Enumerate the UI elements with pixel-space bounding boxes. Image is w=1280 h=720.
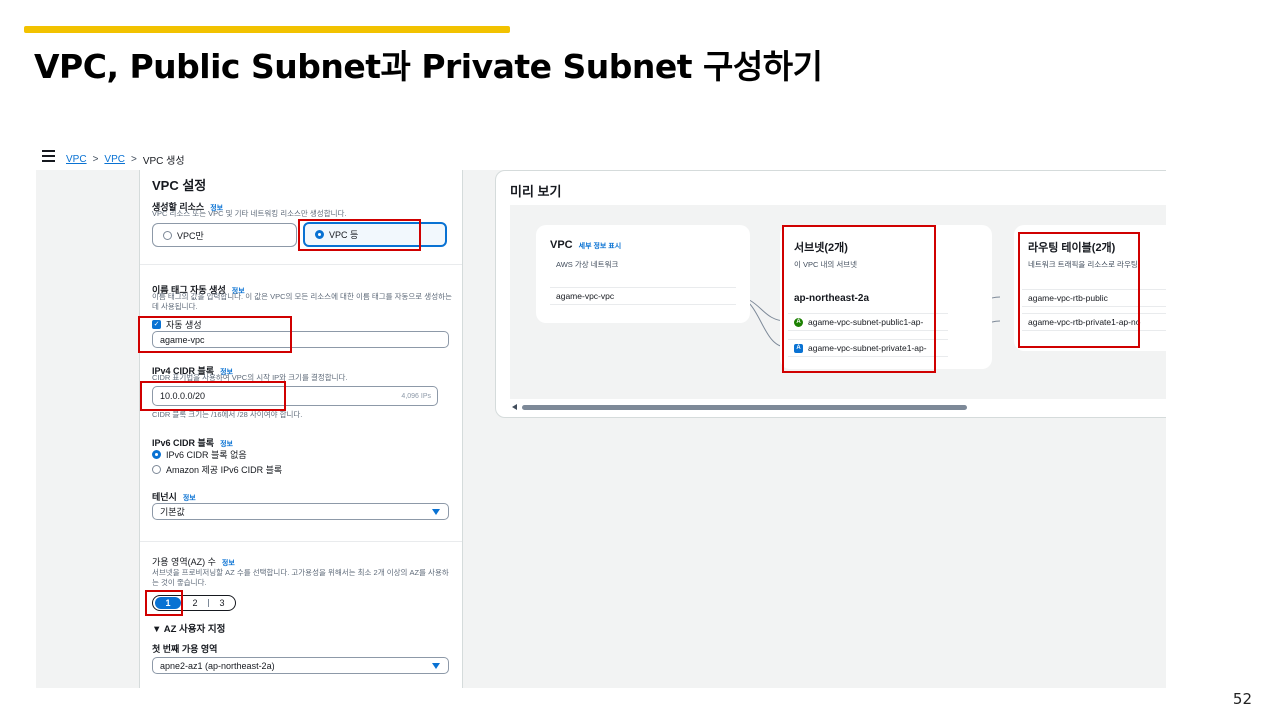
highlight-box-route-tables xyxy=(1018,232,1140,348)
az-info-link[interactable]: 정보 xyxy=(222,560,235,567)
ipv6-option-amazon-label: Amazon 제공 IPv6 CIDR 블록 xyxy=(166,465,283,475)
az-label-row: 가용 영역(AZ) 수 정보 xyxy=(152,555,235,568)
highlight-box-vpc-more xyxy=(298,219,421,251)
scroll-left-icon[interactable] xyxy=(512,404,517,410)
az-option-2[interactable]: 2 xyxy=(182,598,208,608)
radio-ipv6-none[interactable] xyxy=(152,450,161,459)
first-az-label: 첫 번째 가용 영역 xyxy=(152,644,218,654)
az-customize-toggle[interactable]: ▼ AZ 사용자 지정 xyxy=(152,621,225,635)
ipv4-hint: CIDR 블록 크기는 /16에서 /28 사이여야 합니다. xyxy=(152,410,303,419)
caret-down-icon xyxy=(432,663,440,669)
az-customize-label: AZ 사용자 지정 xyxy=(163,624,226,635)
radio-ipv6-amazon[interactable] xyxy=(152,465,161,474)
first-az-select[interactable]: apne2-az1 (ap-northeast-2a) xyxy=(152,657,449,674)
preview-vpc-detail-link[interactable]: 세부 정보 표시 xyxy=(579,243,622,250)
preview-vpc-subtitle: AWS 가상 네트워크 xyxy=(556,260,619,269)
name-tag-description: 이름 태그의 값을 입력합니다. 이 값은 VPC의 모든 리소스에 대한 이름… xyxy=(152,292,452,311)
chevron-right-icon: > xyxy=(130,154,137,165)
resources-description: VPC 리소스 또는 VPC 및 기타 네트워킹 리소스만 생성합니다. xyxy=(152,209,347,218)
preview-vpc-item-label: agame-vpc-vpc xyxy=(556,291,615,301)
tenancy-label: 테넌시 xyxy=(152,492,177,502)
tenancy-select[interactable]: 기본값 xyxy=(152,503,449,520)
tenancy-info-link[interactable]: 정보 xyxy=(183,495,196,502)
chevron-right-icon: > xyxy=(92,154,99,165)
ipv6-info-link[interactable]: 정보 xyxy=(220,441,233,448)
resource-option-vpc-only-label: VPC만 xyxy=(177,230,204,241)
tenancy-select-value: 기본값 xyxy=(160,507,185,517)
ipv4-ip-count: 4,096 IPs xyxy=(401,392,431,400)
section-divider xyxy=(140,264,462,265)
preview-vpc-title-row: VPC 세부 정보 표시 xyxy=(550,239,621,251)
slide-title: VPC, Public Subnet과 Private Subnet 구성하기 xyxy=(34,47,823,86)
first-az-select-value: apne2-az1 (ap-northeast-2a) xyxy=(160,660,275,671)
highlight-box-subnets xyxy=(782,225,936,373)
console-screenshot: VPC > VPC > VPC 생성 VPC 설정 생성할 리소스 정보 VPC … xyxy=(36,146,1166,688)
highlight-box-az-count xyxy=(145,590,183,616)
preview-vpc-node: VPC 세부 정보 표시 AWS 가상 네트워크 agame-vpc-vpc xyxy=(536,225,750,323)
section-divider xyxy=(140,541,462,542)
breadcrumb-link-vpc-list[interactable]: VPC xyxy=(104,154,125,165)
preview-horizontal-scrollbar[interactable] xyxy=(510,403,1166,411)
ipv6-option-none-label: IPv6 CIDR 블록 없음 xyxy=(166,450,247,460)
az-description: 서브넷을 프로비저닝할 AZ 수를 선택합니다. 고가용성을 위해서는 최소 2… xyxy=(152,568,449,587)
left-gutter xyxy=(36,170,139,688)
breadcrumb-link-vpc[interactable]: VPC xyxy=(66,154,87,165)
ipv6-label: IPv6 CIDR 블록 xyxy=(152,438,215,448)
page-number: 52 xyxy=(1232,690,1252,708)
preview-vpc-item: agame-vpc-vpc xyxy=(550,287,736,305)
ipv6-option-amazon[interactable]: Amazon 제공 IPv6 CIDR 블록 xyxy=(152,463,282,476)
title-accent-bar xyxy=(24,26,510,33)
preview-vpc-title: VPC xyxy=(550,239,573,251)
az-option-3[interactable]: 3 xyxy=(209,598,235,608)
breadcrumb: VPC > VPC > VPC 생성 xyxy=(66,152,185,167)
ipv6-option-none[interactable]: IPv6 CIDR 블록 없음 xyxy=(152,448,247,461)
console-top-bar: VPC > VPC > VPC 생성 xyxy=(36,146,1166,170)
highlight-box-name-tag xyxy=(138,316,292,353)
scroll-thumb[interactable] xyxy=(522,405,967,410)
radio-vpc-only[interactable] xyxy=(163,230,172,240)
az-label: 가용 영역(AZ) 수 xyxy=(152,557,216,567)
preview-title: 미리 보기 xyxy=(510,184,562,199)
breadcrumb-current: VPC 생성 xyxy=(142,156,185,167)
caret-down-icon: ▼ xyxy=(152,624,164,635)
caret-down-icon xyxy=(432,509,440,515)
resource-option-vpc-only[interactable]: VPC만 xyxy=(152,223,297,247)
highlight-box-ipv4-cidr xyxy=(140,381,286,411)
vpc-settings-heading: VPC 설정 xyxy=(152,178,207,193)
hamburger-menu-icon[interactable] xyxy=(42,150,55,162)
